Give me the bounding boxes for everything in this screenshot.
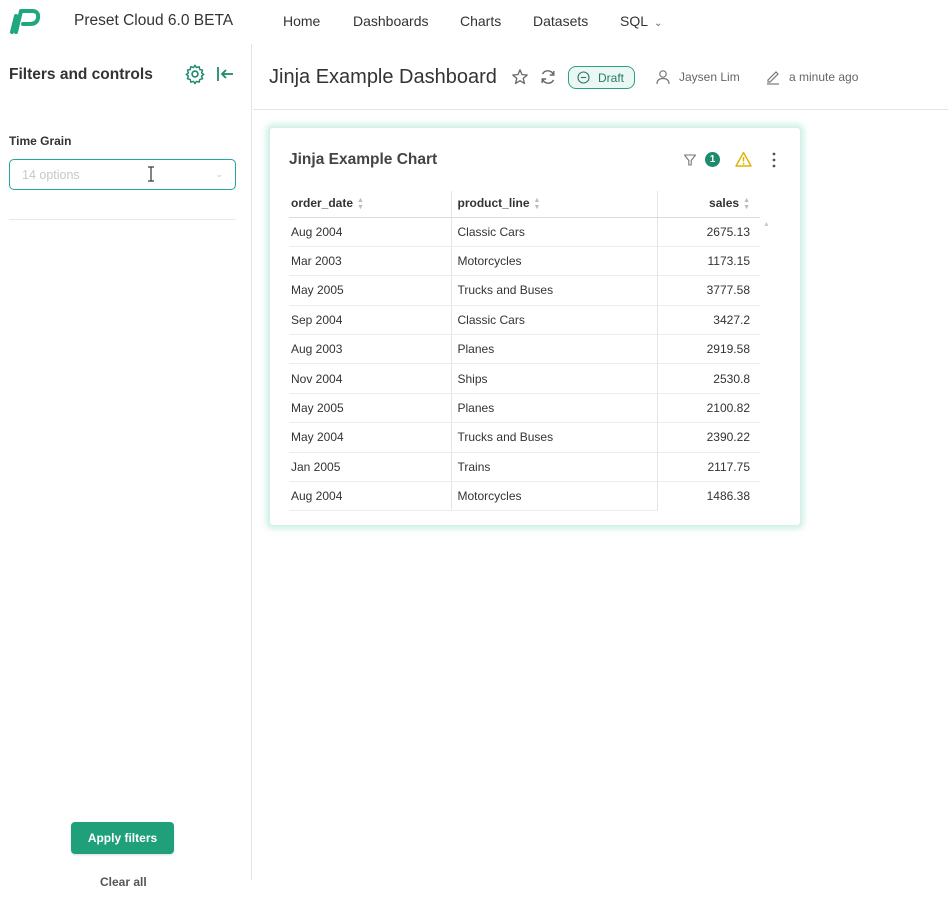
cell-sales: 2919.58 — [656, 334, 760, 365]
cell-sales: 2530.8 — [656, 363, 760, 394]
cell-product-line: Planes — [450, 393, 657, 424]
table-row: May 2005 Trucks and Buses 3777.58 — [289, 275, 760, 306]
cell-order-date: Mar 2003 — [289, 246, 451, 277]
data-table: order_date ▲ ▼ product_line ▲ ▼ sales ▲ ▼ Aug … — [289, 191, 760, 512]
cell-order-date: May 2005 — [289, 393, 451, 424]
sort-icon: ▲ ▼ — [357, 197, 364, 212]
column-header-label: order_date — [291, 196, 354, 211]
filter-icon[interactable] — [683, 153, 697, 167]
cell-order-date: Jan 2005 — [289, 452, 451, 483]
star-icon[interactable] — [511, 68, 529, 86]
cell-order-date: Aug 2004 — [289, 217, 451, 247]
cell-sales: 2390.22 — [656, 422, 760, 453]
sidebar-divider — [9, 219, 236, 220]
table-row: Sep 2004 Classic Cars 3427.2 — [289, 305, 760, 336]
table-row: May 2004 Trucks and Buses 2390.22 — [289, 422, 760, 453]
dashboard-header: Jinja Example Dashboard Draft Jaysen Lim… — [253, 44, 948, 110]
chart-title[interactable]: Jinja Example Chart — [289, 151, 437, 169]
table-row: Aug 2004 Classic Cars 2675.13 — [289, 217, 760, 247]
cell-product-line: Classic Cars — [450, 305, 657, 336]
cell-product-line: Classic Cars — [450, 217, 657, 247]
cell-sales: 1173.15 — [656, 246, 760, 277]
draft-status-label: Draft — [598, 71, 625, 85]
sidebar-title: Filters and controls — [9, 66, 153, 83]
column-header-order-date[interactable]: order_date ▲ ▼ — [289, 191, 451, 218]
cell-product-line: Planes — [450, 334, 657, 365]
cell-sales: 3777.58 — [656, 275, 760, 306]
cell-order-date: Aug 2003 — [289, 334, 451, 365]
cell-order-date: Aug 2004 — [289, 481, 451, 512]
apply-filters-button[interactable]: Apply filters — [71, 822, 174, 854]
time-grain-select[interactable]: 14 options ⌄ — [9, 159, 236, 190]
app-title: Preset Cloud 6.0 BETA — [74, 12, 234, 29]
nav-home[interactable]: Home — [283, 13, 320, 29]
nav-sql-label: SQL — [620, 13, 649, 29]
gear-icon[interactable] — [184, 63, 206, 85]
chevron-down-icon: ⌄ — [215, 169, 223, 179]
scrollbar-up-arrow-icon[interactable]: ▲ — [763, 221, 770, 228]
applied-filters-count-badge[interactable]: 1 — [705, 152, 720, 167]
filter-label-time-grain: Time Grain — [9, 134, 72, 148]
cell-product-line: Trains — [450, 452, 657, 483]
table-row: Jan 2005 Trains 2117.75 — [289, 452, 760, 483]
cell-sales: 2100.82 — [656, 393, 760, 424]
cell-order-date: May 2004 — [289, 422, 451, 453]
chart-card: Jinja Example Chart 1 order_date ▲ ▼ produ… — [269, 127, 801, 526]
cell-product-line: Trucks and Buses — [450, 275, 657, 306]
column-header-product-line[interactable]: product_line ▲ ▼ — [450, 191, 657, 218]
last-modified-time: a minute ago — [789, 70, 859, 84]
clear-all-button[interactable]: Clear all — [100, 875, 147, 889]
cell-order-date: Sep 2004 — [289, 305, 451, 336]
preset-logo-icon[interactable] — [10, 7, 42, 35]
time-grain-placeholder: 14 options — [22, 168, 80, 182]
column-header-label: sales — [709, 196, 740, 211]
owner-name: Jaysen Lim — [679, 70, 740, 84]
table-row: Aug 2004 Motorcycles 1486.38 — [289, 481, 760, 512]
chevron-down-icon: ⌄ — [654, 18, 663, 29]
table-row: Nov 2004 Ships 2530.8 — [289, 363, 760, 394]
nav-charts[interactable]: Charts — [460, 13, 501, 29]
cell-order-date: Nov 2004 — [289, 363, 451, 394]
text-cursor-icon — [148, 166, 154, 182]
sort-icon: ▲ ▼ — [743, 197, 750, 212]
nav-dashboards[interactable]: Dashboards — [353, 13, 429, 29]
refresh-icon[interactable] — [539, 68, 557, 86]
sort-icon: ▲ ▼ — [533, 197, 541, 212]
user-icon — [656, 70, 670, 85]
top-navbar: Preset Cloud 6.0 BETA Home Dashboards Ch… — [0, 0, 948, 44]
cell-product-line: Ships — [450, 363, 657, 394]
cell-sales: 2675.13 — [656, 217, 760, 247]
table-row: May 2005 Planes 2100.82 — [289, 393, 760, 424]
nav-sql[interactable]: SQL ⌄ — [620, 13, 662, 29]
cell-sales: 3427.2 — [656, 305, 760, 336]
nav-datasets[interactable]: Datasets — [533, 13, 588, 29]
cell-sales: 2117.75 — [656, 452, 760, 483]
column-header-label: product_line — [457, 196, 530, 211]
more-options-icon[interactable] — [768, 151, 780, 169]
cell-order-date: May 2005 — [289, 275, 451, 306]
cell-sales: 1486.38 — [656, 481, 760, 511]
minus-circle-icon — [577, 71, 590, 84]
collapse-sidebar-icon[interactable] — [215, 64, 235, 84]
cell-product-line: Motorcycles — [450, 246, 657, 277]
table-row: Mar 2003 Motorcycles 1173.15 — [289, 246, 760, 277]
cell-product-line: Trucks and Buses — [450, 422, 657, 453]
column-header-sales[interactable]: sales ▲ ▼ — [656, 191, 760, 218]
warning-icon[interactable] — [735, 151, 752, 167]
table-row: Aug 2003 Planes 2919.58 — [289, 334, 760, 365]
dashboard-title[interactable]: Jinja Example Dashboard — [269, 66, 497, 89]
edit-icon — [767, 71, 779, 85]
filters-sidebar: Filters and controls Time Grain 14 optio… — [0, 44, 252, 889]
draft-status-badge[interactable]: Draft — [568, 66, 635, 89]
table-header-row: order_date ▲ ▼ product_line ▲ ▼ sales ▲ ▼ — [289, 191, 760, 218]
cell-product-line: Motorcycles — [450, 481, 657, 512]
